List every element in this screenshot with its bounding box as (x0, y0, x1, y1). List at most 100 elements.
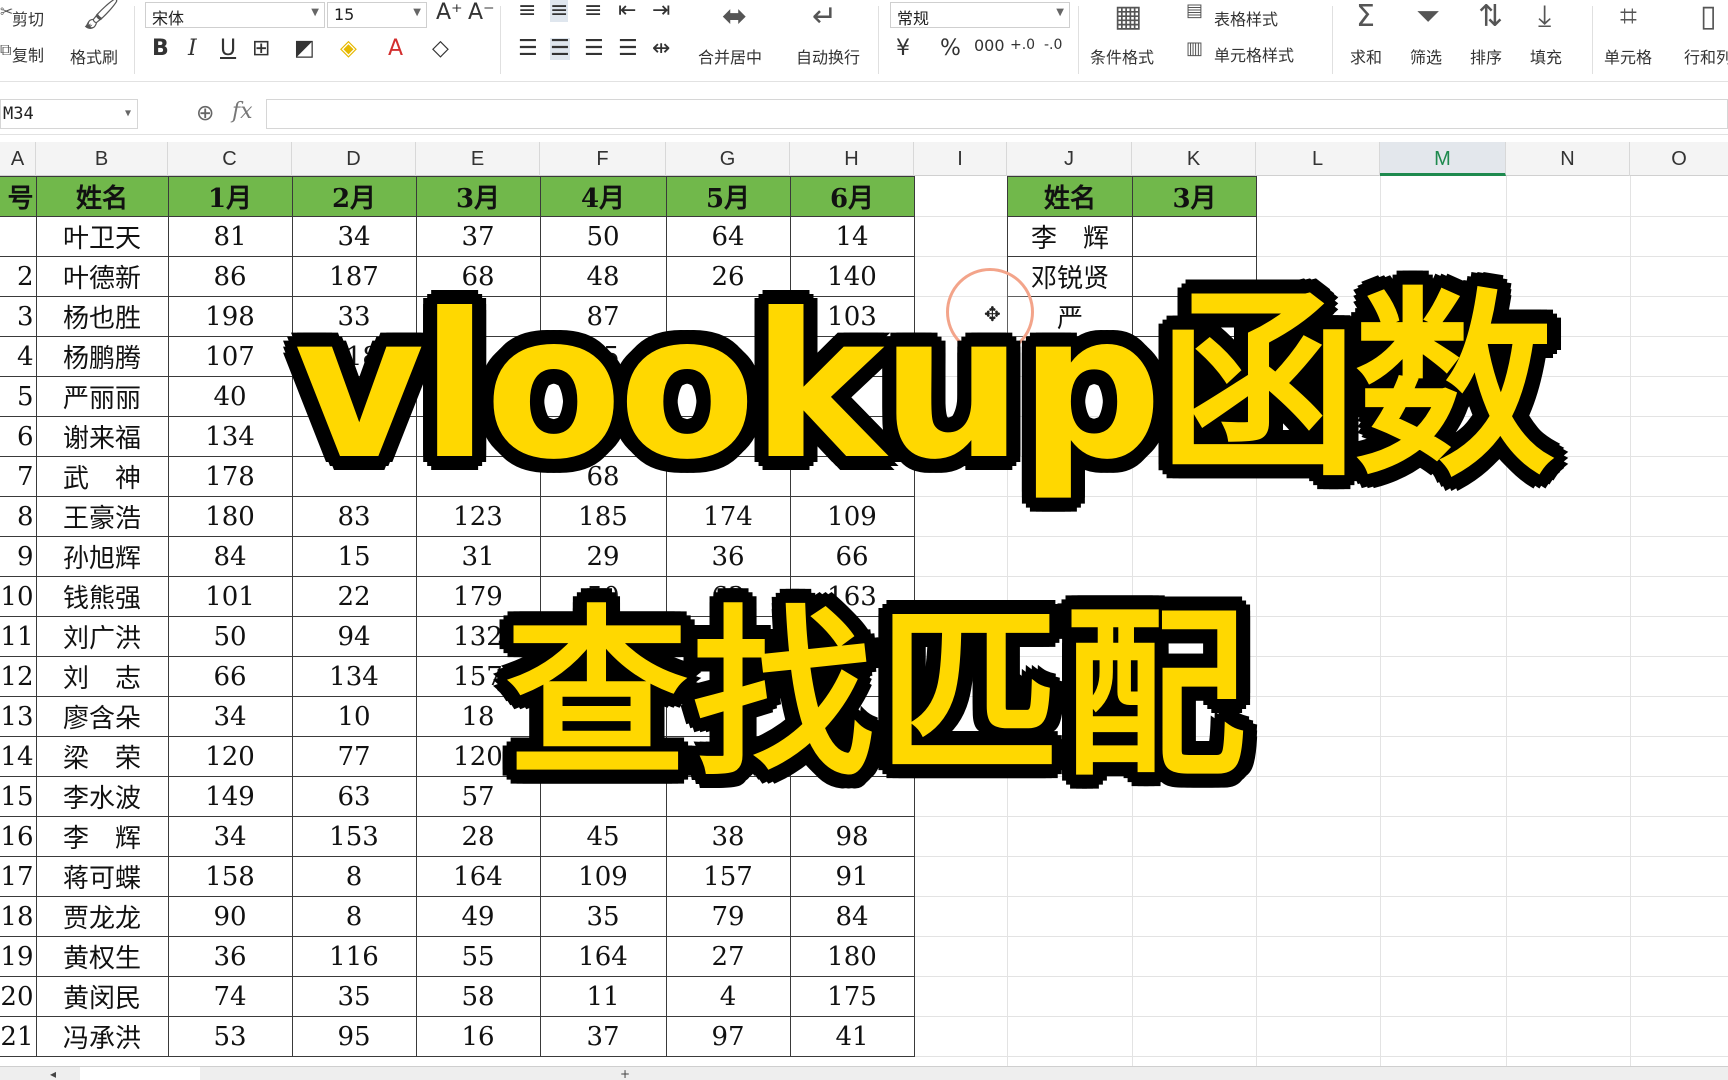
row-id-cell[interactable]: 13 (0, 696, 37, 737)
border-icon[interactable]: ⊞ (252, 38, 270, 60)
name-box[interactable]: M34 ▼ (0, 99, 138, 129)
column-header-i[interactable]: I (914, 142, 1007, 176)
conditional-format-button[interactable]: 条件格式 (1090, 44, 1154, 68)
month-value-cell[interactable]: 16 (415, 1016, 541, 1057)
currency-icon[interactable]: ¥ (896, 38, 910, 60)
month-value-cell[interactable]: 58 (415, 976, 541, 1017)
month-value-cell[interactable]: 35 (539, 896, 667, 937)
align-bottom-icon[interactable]: ≡ (584, 0, 602, 22)
name-cell[interactable]: 杨也胜 (35, 296, 169, 337)
month-value-cell[interactable]: 180 (167, 496, 293, 537)
month-value-cell[interactable]: 91 (789, 856, 915, 897)
month-value-cell[interactable]: 116 (291, 936, 417, 977)
month-value-cell[interactable]: 84 (167, 536, 293, 577)
sheet-tab-active[interactable] (80, 1067, 200, 1080)
name-cell[interactable]: 黄权生 (35, 936, 169, 977)
name-cell[interactable]: 严丽丽 (35, 376, 169, 417)
decrease-decimal-icon[interactable]: -.0 (1044, 38, 1062, 52)
table-style-button[interactable]: 表格样式 (1214, 6, 1278, 30)
month-value-cell[interactable]: 34 (167, 816, 293, 857)
indent-increase-icon[interactable]: ⇥ (652, 0, 670, 22)
month-value-cell[interactable]: 198 (167, 296, 293, 337)
align-middle-icon[interactable]: ≡ (550, 0, 569, 22)
fill-color-icon[interactable]: ◈ (340, 38, 357, 60)
header-cell-jan[interactable]: 1月 (167, 176, 293, 217)
month-value-cell[interactable]: 98 (789, 816, 915, 857)
month-value-cell[interactable]: 34 (291, 216, 417, 257)
chevron-down-icon[interactable]: ▼ (125, 108, 131, 119)
month-value-cell[interactable]: 41 (789, 1016, 915, 1057)
italic-icon[interactable]: I (188, 38, 197, 60)
row-id-cell[interactable]: 21 (0, 1016, 37, 1057)
month-value-cell[interactable]: 29 (539, 536, 667, 577)
month-value-cell[interactable]: 40 (167, 376, 293, 417)
tab-nav-prev-icon[interactable]: ◂ (40, 1067, 66, 1080)
month-value-cell[interactable]: 158 (167, 856, 293, 897)
month-value-cell[interactable]: 180 (789, 936, 915, 977)
distribute-icon[interactable]: ⇹ (652, 38, 670, 60)
month-value-cell[interactable]: 95 (291, 1016, 417, 1057)
name-cell[interactable]: 冯承洪 (35, 1016, 169, 1057)
name-cell[interactable]: 孙旭辉 (35, 536, 169, 577)
row-id-cell[interactable]: 7 (0, 456, 37, 497)
row-id-cell[interactable]: 10 (0, 576, 37, 617)
month-value-cell[interactable]: 101 (167, 576, 293, 617)
column-header-f[interactable]: F (540, 142, 666, 176)
header-cell-name[interactable]: 姓名 (35, 176, 169, 217)
align-left-icon[interactable]: ☰ (518, 38, 538, 60)
column-header-e[interactable]: E (416, 142, 540, 176)
month-value-cell[interactable]: 81 (167, 216, 293, 257)
name-cell[interactable]: 杨鹏腾 (35, 336, 169, 377)
month-value-cell[interactable]: 45 (539, 816, 667, 857)
month-value-cell[interactable]: 66 (167, 656, 293, 697)
clear-format-icon[interactable]: ◇ (432, 38, 449, 60)
name-cell[interactable]: 廖含朵 (35, 696, 169, 737)
thousands-icon[interactable]: 000 (974, 38, 1005, 54)
align-top-icon[interactable]: ≡ (518, 0, 536, 22)
month-value-cell[interactable]: 11 (539, 976, 667, 1017)
row-id-cell[interactable]: 4 (0, 336, 37, 377)
month-value-cell[interactable]: 15 (291, 536, 417, 577)
month-value-cell[interactable]: 22 (291, 576, 417, 617)
sort-icon[interactable]: ⇅ (1478, 2, 1503, 32)
month-value-cell[interactable]: 107 (167, 336, 293, 377)
name-cell[interactable]: 王豪浩 (35, 496, 169, 537)
sheet-tab[interactable] (210, 1067, 390, 1080)
column-header-m[interactable]: M (1380, 142, 1506, 176)
month-value-cell[interactable]: 4 (665, 976, 791, 1017)
month-value-cell[interactable]: 149 (167, 776, 293, 817)
lookup-header-name[interactable]: 姓名 (1007, 176, 1133, 217)
add-sheet-icon[interactable]: + (610, 1067, 640, 1080)
copy-button[interactable]: 复制 (12, 42, 44, 66)
column-header-g[interactable]: G (666, 142, 790, 176)
conditional-format-icon[interactable]: ▦ (1114, 2, 1142, 32)
month-value-cell[interactable]: 66 (789, 536, 915, 577)
percent-icon[interactable]: % (940, 38, 961, 60)
header-cell-jun[interactable]: 6月 (789, 176, 915, 217)
month-value-cell[interactable]: 27 (665, 936, 791, 977)
name-cell[interactable]: 叶德新 (35, 256, 169, 297)
column-header-j[interactable]: J (1007, 142, 1132, 176)
wrap-text-button[interactable]: 自动换行 (796, 44, 860, 68)
fill-down-icon[interactable]: ⤓ (1538, 2, 1551, 32)
month-value-cell[interactable]: 164 (539, 936, 667, 977)
name-cell[interactable]: 贾龙龙 (35, 896, 169, 937)
number-format-select[interactable]: 常规 ▼ (890, 2, 1070, 28)
row-id-cell[interactable]: 14 (0, 736, 37, 777)
cell-button[interactable]: 单元格 (1604, 44, 1652, 68)
month-value-cell[interactable]: 97 (665, 1016, 791, 1057)
month-value-cell[interactable]: 134 (291, 656, 417, 697)
month-value-cell[interactable]: 74 (167, 976, 293, 1017)
row-id-cell[interactable]: 5 (0, 376, 37, 417)
column-header-d[interactable]: D (292, 142, 416, 176)
zoom-search-icon[interactable]: ⊕ (196, 101, 214, 126)
bold-icon[interactable]: B (152, 38, 169, 60)
column-header-c[interactable]: C (168, 142, 292, 176)
name-cell[interactable]: 钱熊强 (35, 576, 169, 617)
name-cell[interactable]: 武 神 (35, 456, 169, 497)
name-cell[interactable]: 梁 荣 (35, 736, 169, 777)
month-value-cell[interactable]: 90 (167, 896, 293, 937)
month-value-cell[interactable]: 34 (167, 696, 293, 737)
row-id-cell[interactable]: 12 (0, 656, 37, 697)
name-cell[interactable]: 刘 志 (35, 656, 169, 697)
